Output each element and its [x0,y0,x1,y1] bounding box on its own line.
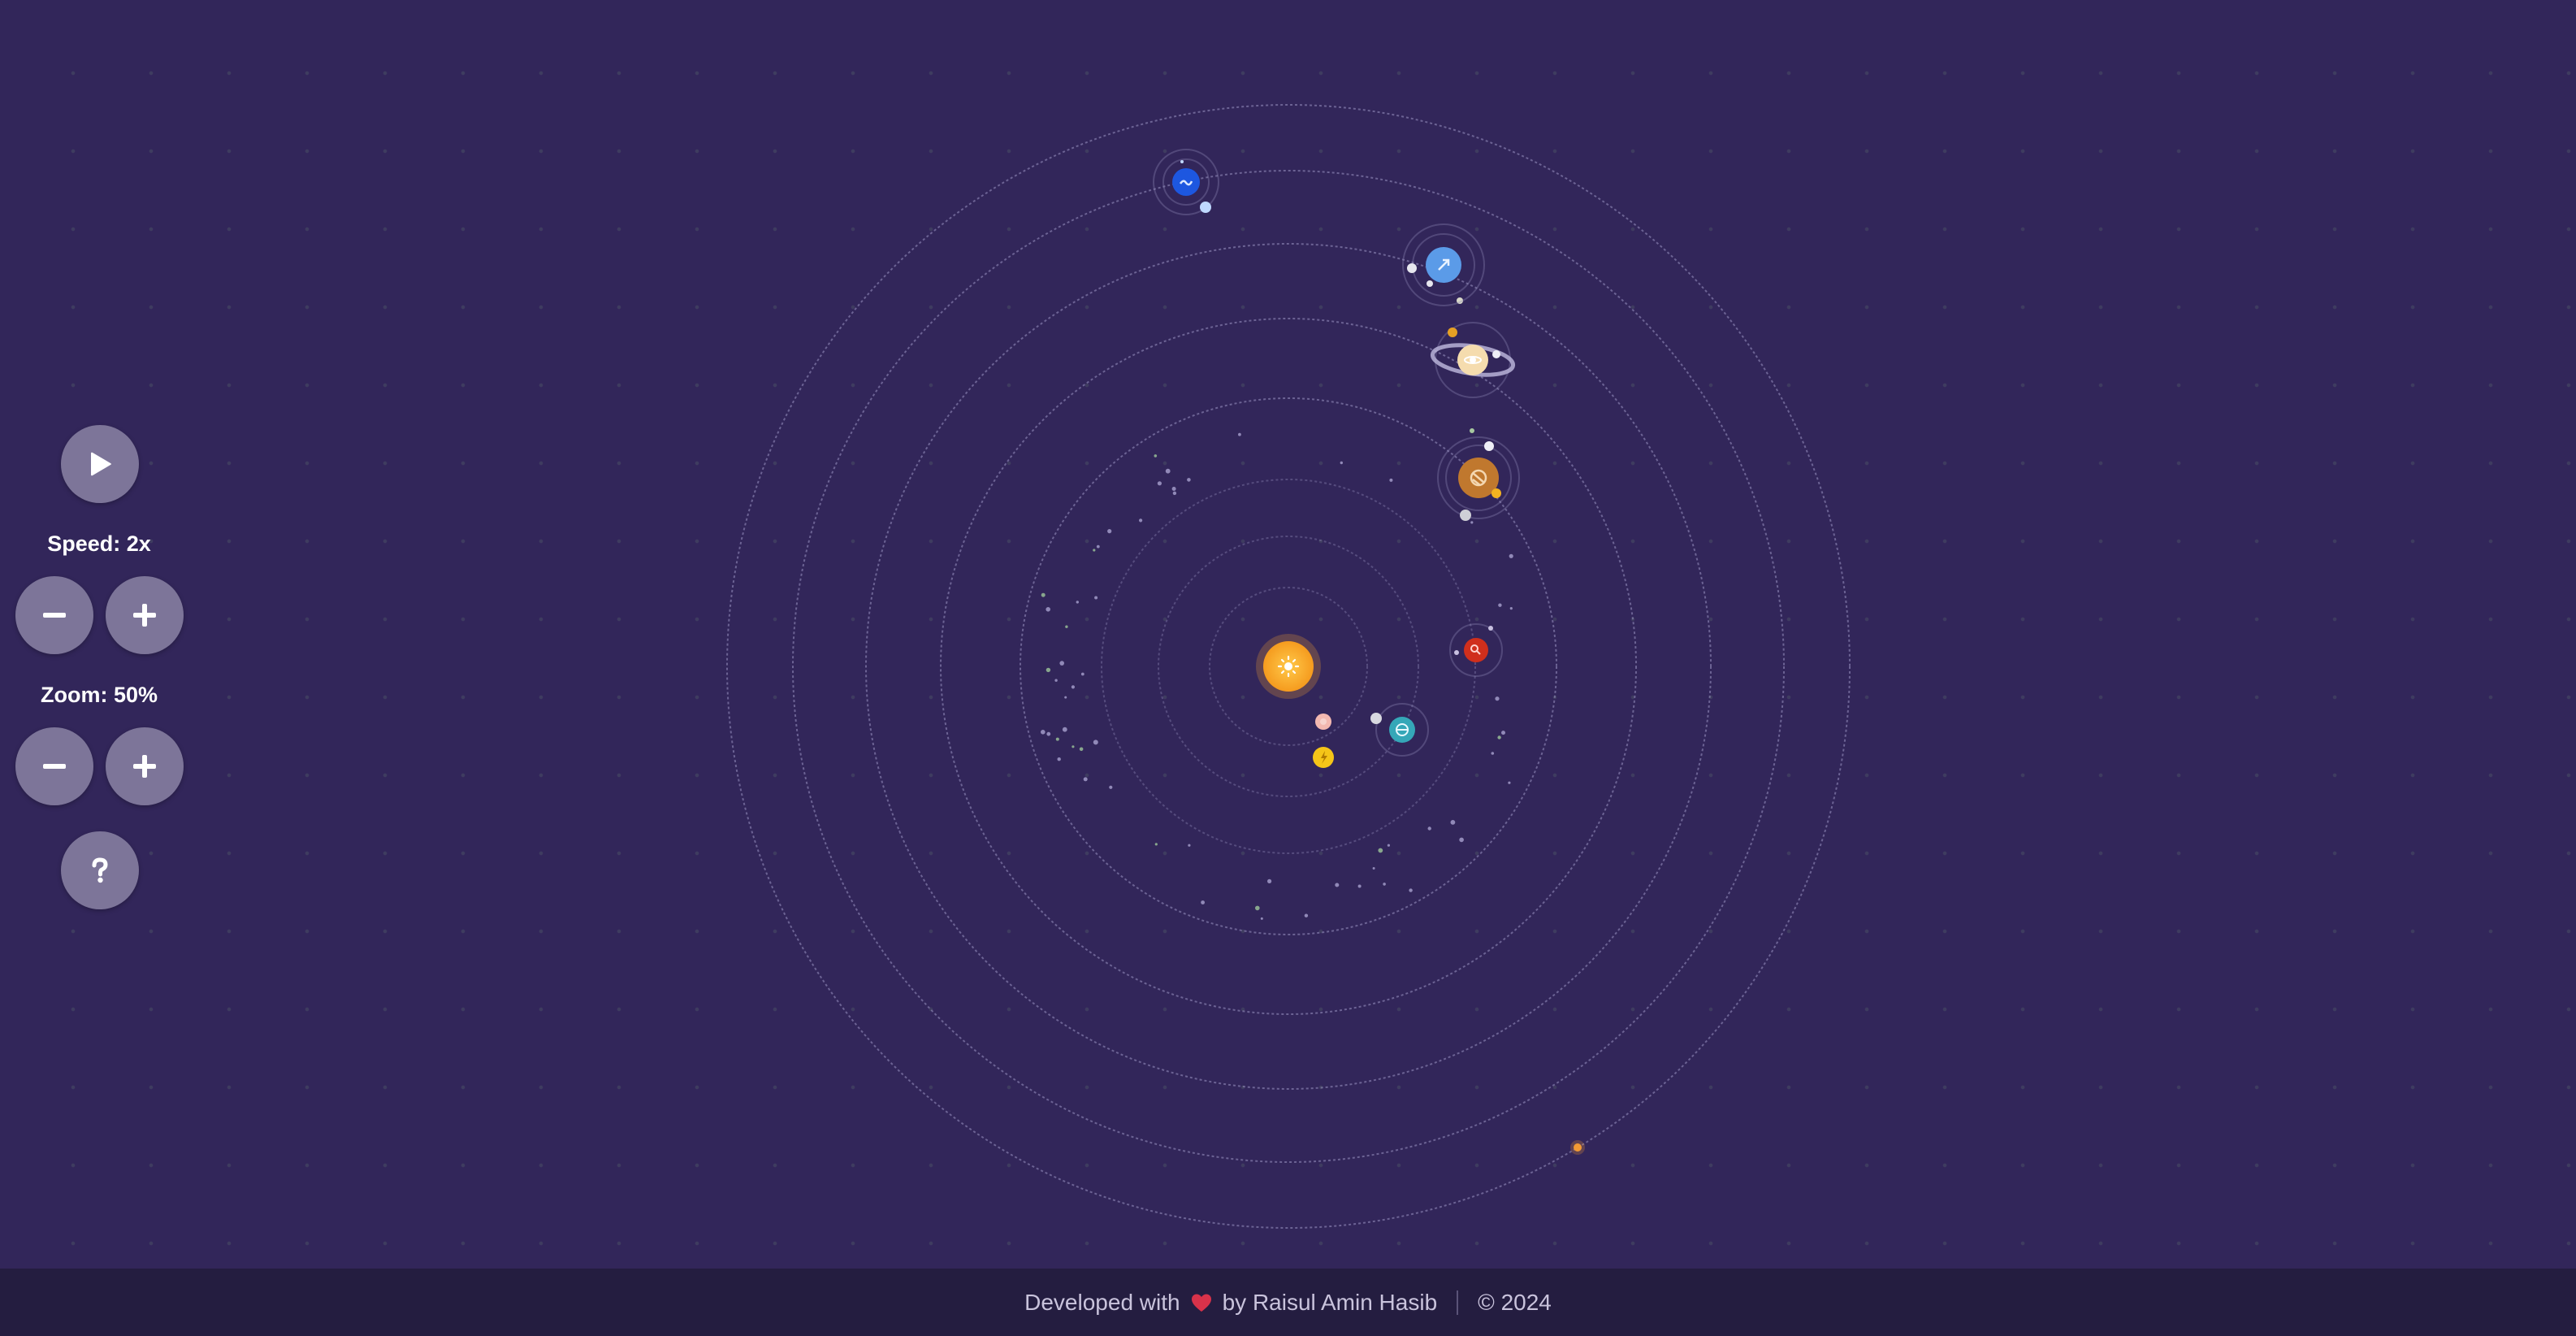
asteroid [1508,781,1511,784]
planet-earth[interactable] [1370,703,1429,757]
asteroid [1497,735,1501,740]
asteroid [1335,883,1340,887]
asteroid [1139,518,1143,523]
asteroid [1255,905,1260,911]
asteroid [1238,432,1241,436]
footer-divider [1457,1290,1459,1315]
planet-uranus[interactable] [1402,223,1485,306]
asteroid [1076,601,1080,604]
asteroid [1260,917,1263,920]
asteroid [1427,826,1431,831]
asteroid [1046,731,1051,736]
footer: Developed with by Raisul Amin Hasib © 20… [0,1269,2576,1336]
asteroid [1450,820,1456,825]
small-dot-icon [1320,718,1327,725]
asteroid [1501,731,1505,735]
help-button[interactable] [61,831,139,909]
asteroid [1062,727,1067,732]
heart-icon [1190,1292,1213,1313]
asteroid [1304,913,1309,917]
asteroid [1383,883,1386,886]
asteroid [1054,679,1058,682]
asteroid [1509,607,1513,610]
planet-neptune[interactable] [1153,149,1219,215]
asteroid [1096,544,1100,549]
zoom-out-button[interactable] [15,727,93,805]
asteroid [1059,661,1064,666]
asteroid [1080,672,1085,676]
asteroid [1093,740,1098,745]
asteroid [1041,592,1046,597]
footer-copyright: © 2024 [1478,1289,1552,1315]
planet-saturn[interactable] [1430,297,1516,398]
asteroid [1071,685,1075,689]
speed-label: Speed: 2x [47,531,151,556]
play-icon [91,452,111,476]
asteroid [1165,468,1171,474]
asteroid [1201,900,1205,904]
asteroid [1171,487,1176,491]
asteroid [1357,884,1362,888]
asteroid [1340,461,1344,465]
asteroid [1157,481,1162,486]
asteroid [1459,837,1464,843]
asteroid [1387,844,1390,847]
asteroid [1046,667,1051,673]
play-button[interactable] [61,425,139,503]
planet-mars[interactable] [1449,623,1503,677]
moon [1370,713,1382,724]
speed-increase-button[interactable] [106,576,184,654]
asteroid [1372,867,1375,870]
asteroid [1187,478,1191,482]
asteroid [1065,625,1068,628]
asteroid [1378,848,1383,853]
asteroid [1498,603,1502,607]
speed-decrease-button[interactable] [15,576,93,654]
sun[interactable] [1256,634,1321,699]
footer-author[interactable]: by Raisul Amin Hasib [1223,1290,1438,1316]
asteroid [1072,745,1075,748]
asteroid [1495,696,1500,701]
asteroid [1079,747,1084,752]
asteroid [1107,529,1112,534]
asteroid [1491,752,1495,755]
zoom-in-button[interactable] [106,727,184,805]
asteroid [1055,737,1059,741]
sun-icon [1277,655,1300,678]
asteroid [1046,607,1050,612]
asteroid [1094,596,1098,600]
asteroid [1509,553,1513,558]
question-mark-icon [92,857,108,883]
asteroid [1093,549,1096,552]
asteroid [1389,478,1393,482]
planet-jupiter[interactable] [1437,428,1520,521]
asteroid [1470,521,1474,524]
asteroid [1154,454,1158,458]
solar-system-canvas[interactable]: Speed: 2x Zoom: 50% [0,0,2576,1269]
asteroid [1409,888,1413,892]
asteroid [1154,843,1158,846]
asteroid [1109,785,1113,789]
asteroid [1267,878,1272,883]
footer-developed-with: Developed with [1024,1289,1180,1315]
planet-mercury[interactable] [1315,714,1331,730]
asteroid [1172,491,1177,496]
solar-system-view[interactable] [0,0,2576,1269]
plus-icon [133,755,156,778]
asteroid [1188,844,1191,847]
asteroid [1041,730,1046,735]
minus-icon [43,764,66,769]
asteroid [1057,757,1061,761]
zoom-label: Zoom: 50% [40,683,158,707]
control-panel: Speed: 2x Zoom: 50% [0,0,198,1269]
plus-icon [133,604,156,627]
planet-venus[interactable] [1313,747,1334,768]
minus-icon [43,613,66,618]
asteroid [1064,696,1067,699]
asteroid [1083,777,1088,782]
